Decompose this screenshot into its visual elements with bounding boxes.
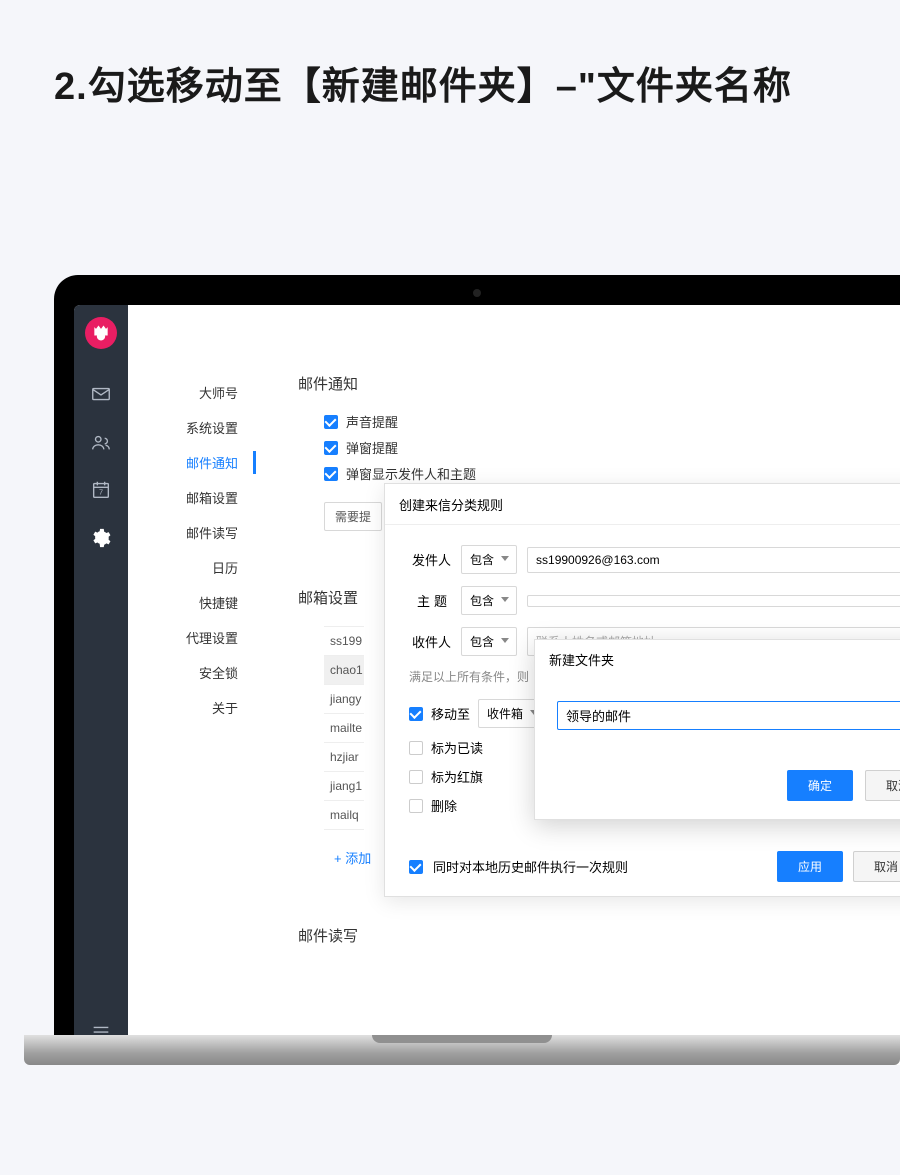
avatar[interactable] bbox=[85, 317, 117, 349]
checkbox-icon bbox=[324, 415, 338, 429]
recipient-condition-select[interactable]: 包含 bbox=[461, 627, 517, 656]
modal-title: 创建来信分类规则 bbox=[399, 495, 503, 514]
mailbox-row[interactable]: mailq bbox=[324, 801, 364, 830]
apply-button[interactable]: 应用 bbox=[777, 851, 843, 882]
subject-condition-select[interactable]: 包含 bbox=[461, 586, 517, 615]
checkbox-icon[interactable] bbox=[409, 860, 423, 874]
check-sound[interactable]: 声音提醒 bbox=[324, 412, 900, 431]
sender-condition-select[interactable]: 包含 bbox=[461, 545, 517, 574]
check-popup-detail[interactable]: 弹窗显示发件人和主题 bbox=[324, 464, 900, 483]
mailbox-list: ss199 chao1 jiangy mailte hzjiar jiang1 … bbox=[324, 626, 364, 830]
svg-text:7: 7 bbox=[99, 488, 103, 497]
checkbox-icon bbox=[409, 799, 423, 813]
move-label: 移动至 bbox=[431, 704, 470, 723]
gear-icon[interactable] bbox=[90, 527, 112, 549]
app-window: 7 大师号 系统设置 邮件通知 邮箱设置 邮件读写 日历 快捷键 代理设置 安全… bbox=[74, 305, 900, 1065]
checkbox-icon bbox=[409, 741, 423, 755]
recipient-label: 收件人 bbox=[409, 632, 451, 651]
check-label: 声音提醒 bbox=[346, 412, 398, 431]
checkbox-icon bbox=[409, 707, 423, 721]
mailbox-row[interactable]: chao1 bbox=[324, 656, 364, 685]
mailbox-row[interactable]: hzjiar bbox=[324, 743, 364, 772]
subject-input[interactable] bbox=[527, 595, 900, 607]
check-label: 弹窗显示发件人和主题 bbox=[346, 464, 476, 483]
sender-input[interactable]: ss19900926@163.com bbox=[527, 547, 900, 573]
folder-name-input[interactable] bbox=[557, 701, 900, 730]
contacts-icon[interactable] bbox=[90, 431, 112, 453]
checkbox-icon bbox=[409, 770, 423, 784]
nav-calendar[interactable]: 日历 bbox=[128, 550, 258, 585]
sender-label: 发件人 bbox=[409, 550, 451, 569]
page-heading: 2.勾选移动至【新建邮件夹】–"文件夹名称 bbox=[0, 0, 900, 115]
add-mailbox-link[interactable]: + 添加 bbox=[334, 848, 371, 867]
checkbox-icon bbox=[324, 467, 338, 481]
checkbox-icon bbox=[324, 441, 338, 455]
nav-about[interactable]: 关于 bbox=[128, 690, 258, 725]
mail-icon[interactable] bbox=[90, 383, 112, 405]
check-popup[interactable]: 弹窗提醒 bbox=[324, 438, 900, 457]
delete-label: 删除 bbox=[431, 796, 457, 815]
ok-button[interactable]: 确定 bbox=[787, 770, 853, 801]
mailbox-row[interactable]: mailte bbox=[324, 714, 364, 743]
mark-flag-label: 标为红旗 bbox=[431, 767, 483, 786]
check-label: 弹窗提醒 bbox=[346, 438, 398, 457]
nav-lock[interactable]: 安全锁 bbox=[128, 655, 258, 690]
need-button[interactable]: 需要提 bbox=[324, 502, 382, 531]
readwrite-title: 邮件读写 bbox=[298, 925, 900, 946]
notify-title: 邮件通知 bbox=[298, 373, 900, 394]
laptop-base bbox=[24, 1035, 900, 1065]
nav-master[interactable]: 大师号 bbox=[128, 375, 258, 410]
cancel-button[interactable]: 取消 bbox=[865, 770, 900, 801]
modal2-title: 新建文件夹 bbox=[535, 640, 900, 679]
nav-system[interactable]: 系统设置 bbox=[128, 410, 258, 445]
mailbox-row[interactable]: jiangy bbox=[324, 685, 364, 714]
icon-rail: 7 bbox=[74, 305, 128, 1065]
camera-dot bbox=[473, 289, 481, 297]
apply-history-label: 同时对本地历史邮件执行一次规则 bbox=[433, 857, 628, 876]
nav-notify[interactable]: 邮件通知 bbox=[128, 445, 258, 480]
subject-label: 主题 bbox=[409, 591, 451, 610]
mailbox-row[interactable]: ss199 bbox=[324, 627, 364, 656]
mark-read-label: 标为已读 bbox=[431, 738, 483, 757]
settings-nav: 大师号 系统设置 邮件通知 邮箱设置 邮件读写 日历 快捷键 代理设置 安全锁 … bbox=[128, 305, 258, 1065]
mailbox-row[interactable]: jiang1 bbox=[324, 772, 364, 801]
nav-mailbox[interactable]: 邮箱设置 bbox=[128, 480, 258, 515]
calendar-icon[interactable]: 7 bbox=[90, 479, 112, 501]
laptop-mockup: 7 大师号 系统设置 邮件通知 邮箱设置 邮件读写 日历 快捷键 代理设置 安全… bbox=[54, 275, 900, 1115]
nav-readwrite[interactable]: 邮件读写 bbox=[128, 515, 258, 550]
new-folder-modal: 新建文件夹 确定 取消 bbox=[534, 639, 900, 820]
cancel-button[interactable]: 取消 bbox=[853, 851, 900, 882]
nav-shortcut[interactable]: 快捷键 bbox=[128, 585, 258, 620]
nav-proxy[interactable]: 代理设置 bbox=[128, 620, 258, 655]
